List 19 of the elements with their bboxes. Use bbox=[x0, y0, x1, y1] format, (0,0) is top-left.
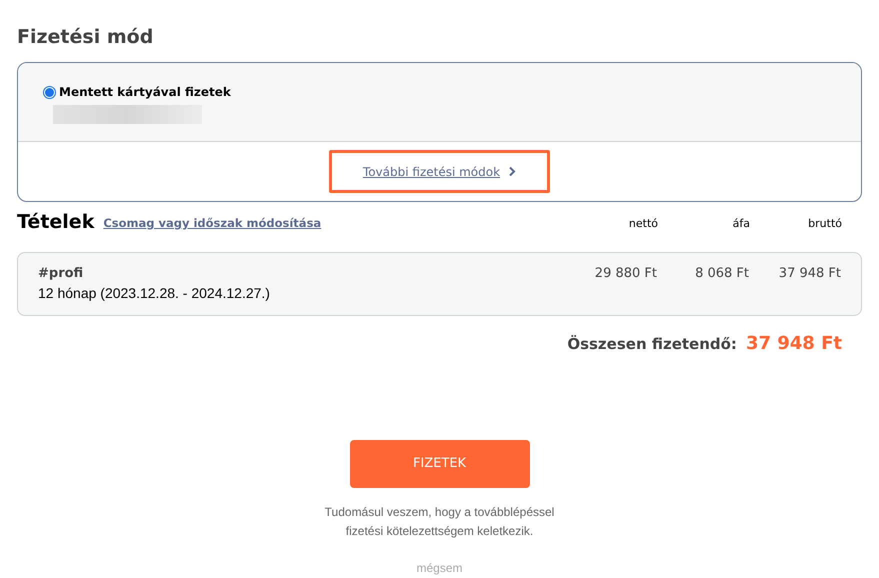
total-value: 37 948 Ft bbox=[746, 332, 842, 356]
price-cell-text: 37 948 Ft bbox=[778, 265, 841, 283]
column-header: nettó bbox=[628, 216, 658, 232]
item-name: #profi bbox=[38, 265, 84, 283]
notice-text: Tudomásul veszem, hogy a továbblépéssel fizetési kötelezettségem keletkezik. bbox=[324, 504, 556, 540]
column-header: áfa bbox=[732, 216, 750, 232]
chevron-right-icon bbox=[508, 166, 516, 177]
change-package-link[interactable]: Csomag vagy időszak módosítása bbox=[103, 214, 322, 232]
price-cell-text: 8 068 Ft bbox=[694, 265, 749, 283]
option-label: Mentett kártyával fizetek bbox=[59, 84, 231, 101]
price-cell-text: 29 880 Ft bbox=[594, 265, 657, 283]
radio-button[interactable] bbox=[43, 86, 56, 98]
items-title: Tételek bbox=[17, 210, 94, 234]
column-header: bruttó bbox=[807, 216, 842, 232]
total-label: Összesen fizetendő: bbox=[567, 334, 737, 355]
more-methods-link[interactable]: További fizetési módok bbox=[329, 150, 550, 193]
pay-button[interactable]: FIZETEK bbox=[350, 440, 530, 488]
section-title: Fizetési mód bbox=[17, 25, 154, 50]
item-period: 12 hónap (2023.12.28. - 2024.12.27.) bbox=[38, 284, 270, 303]
